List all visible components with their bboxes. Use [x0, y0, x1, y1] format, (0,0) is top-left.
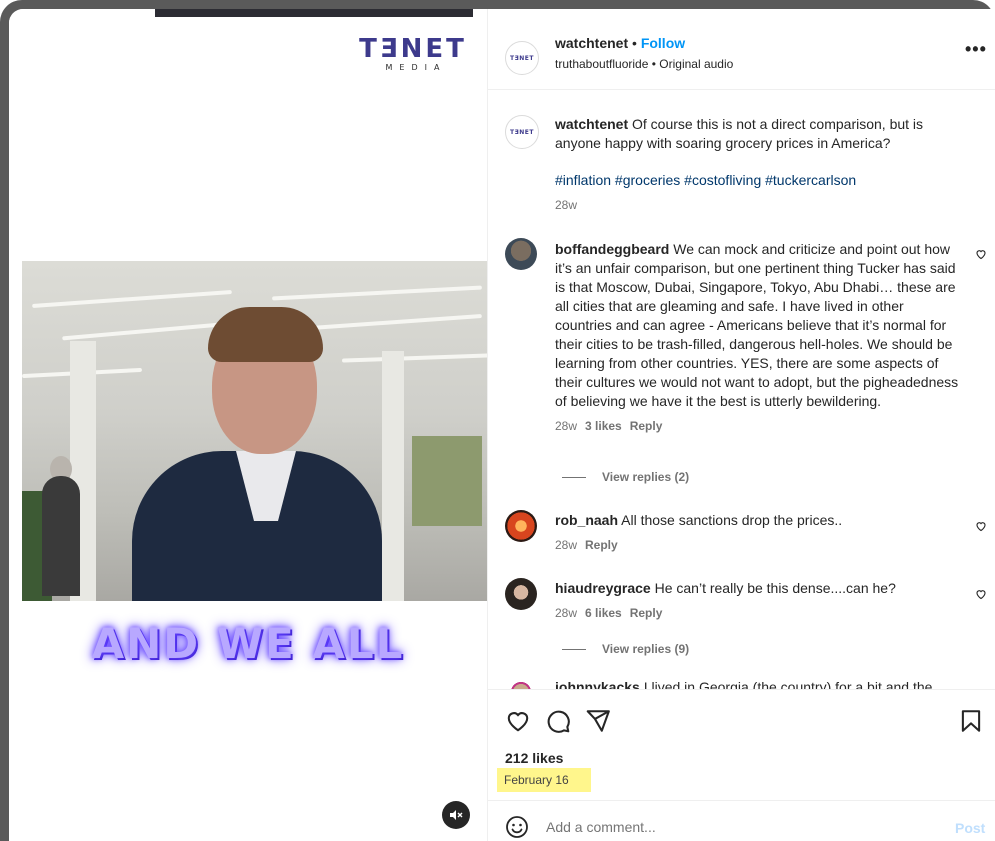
- comment-age: 28w: [555, 538, 578, 552]
- comment-meta: 28w Reply: [555, 536, 963, 555]
- comment-age: 28w: [555, 606, 578, 620]
- speaker-muted-icon: [450, 810, 463, 820]
- comment-age: 28w: [555, 198, 578, 212]
- comment-age: 28w: [555, 419, 578, 433]
- comment-username[interactable]: boffandeggbeard: [555, 241, 669, 257]
- view-replies-label: View replies (2): [602, 470, 690, 484]
- video-player[interactable]: TƎNET MEDIA AND WE ALL: [9, 9, 487, 841]
- post-comment-button[interactable]: Post: [955, 820, 985, 836]
- follow-button[interactable]: Follow: [641, 35, 685, 51]
- emoji-smile-icon[interactable]: [505, 815, 529, 839]
- comment-input[interactable]: [546, 819, 906, 835]
- comment-meta: 28w 3 likes Reply: [555, 417, 963, 436]
- comment-likes[interactable]: 6 likes: [585, 606, 622, 620]
- heart-icon[interactable]: [505, 708, 531, 734]
- video-top-strip: [155, 9, 473, 17]
- view-replies-button[interactable]: View replies (9): [562, 642, 689, 656]
- more-options-icon[interactable]: •••: [965, 39, 987, 60]
- like-comment-heart-icon[interactable]: [975, 588, 987, 600]
- comment-item: rob_naah All those sanctions drop the pr…: [555, 511, 963, 555]
- post-modal: TƎNET MEDIA AND WE ALL TƎNET watchtenet …: [9, 9, 995, 841]
- action-bar: 212 likes February 16 Post: [488, 689, 995, 840]
- author-avatar[interactable]: TƎNET: [505, 41, 539, 75]
- video-frame-image: [22, 261, 487, 601]
- comment-item: hiaudreygrace He can’t really be this de…: [555, 579, 963, 623]
- author-username[interactable]: watchtenet: [555, 35, 628, 51]
- reply-button[interactable]: Reply: [630, 606, 663, 620]
- mute-button[interactable]: [442, 801, 470, 829]
- reply-button[interactable]: Reply: [585, 538, 618, 552]
- paper-plane-icon[interactable]: [585, 708, 611, 734]
- likes-count[interactable]: 212 likes: [505, 750, 563, 766]
- commenter-avatar[interactable]: [505, 578, 537, 610]
- comment-username[interactable]: rob_naah: [555, 512, 618, 528]
- brand-logo: TƎNET MEDIA: [355, 35, 471, 73]
- comment-text: We can mock and criticize and point out …: [555, 241, 959, 409]
- audio-line[interactable]: truthaboutfluoride • Original audio: [555, 57, 733, 71]
- comment-bubble-icon[interactable]: [545, 708, 571, 734]
- post-date: February 16: [497, 768, 591, 792]
- author-line: watchtenet • Follow: [555, 35, 685, 51]
- view-replies-button[interactable]: View replies (2): [562, 470, 689, 484]
- comment-username[interactable]: hiaudreygrace: [555, 580, 651, 596]
- comment-likes[interactable]: 3 likes: [585, 419, 622, 433]
- comment-item: boffandeggbeard We can mock and criticiz…: [555, 240, 963, 436]
- post-header: TƎNET watchtenet • Follow truthaboutfluo…: [488, 9, 995, 90]
- comment-username[interactable]: johnnykacks: [555, 679, 640, 689]
- post-caption: watchtenet Of course this is not a direc…: [555, 115, 963, 215]
- comment-text: I lived in Georgia (the country) for a b…: [643, 679, 933, 689]
- comment-meta: 28w 6 likes Reply: [555, 604, 963, 623]
- reply-button[interactable]: Reply: [630, 419, 663, 433]
- hashtags[interactable]: #inflation #groceries #costofliving #tuc…: [555, 171, 963, 190]
- comment-username[interactable]: watchtenet: [555, 116, 628, 132]
- commenter-avatar[interactable]: [505, 676, 537, 689]
- brand-logo-sub: MEDIA: [385, 63, 447, 72]
- bookmark-icon[interactable]: [958, 708, 984, 734]
- comment-text: All those sanctions drop the prices..: [621, 512, 843, 528]
- comment-text: He can’t really be this dense....can he?: [654, 580, 896, 596]
- view-replies-label: View replies (9): [602, 642, 690, 656]
- commenter-avatar[interactable]: [505, 238, 537, 270]
- add-comment-bar: Post: [488, 800, 995, 841]
- like-comment-heart-icon[interactable]: [975, 520, 987, 532]
- caption-avatar[interactable]: TƎNET: [505, 115, 539, 149]
- like-comment-heart-icon[interactable]: [975, 248, 987, 260]
- comment-item: johnnykacks I lived in Georgia (the coun…: [555, 678, 963, 689]
- commenter-avatar[interactable]: [505, 510, 537, 542]
- comment-list[interactable]: TƎNET watchtenet Of course this is not a…: [488, 90, 995, 689]
- brand-logo-name: TƎNET: [359, 34, 467, 64]
- post-details: TƎNET watchtenet • Follow truthaboutfluo…: [487, 9, 995, 841]
- video-caption: AND WE ALL: [91, 619, 405, 668]
- separator-dot: •: [632, 35, 637, 51]
